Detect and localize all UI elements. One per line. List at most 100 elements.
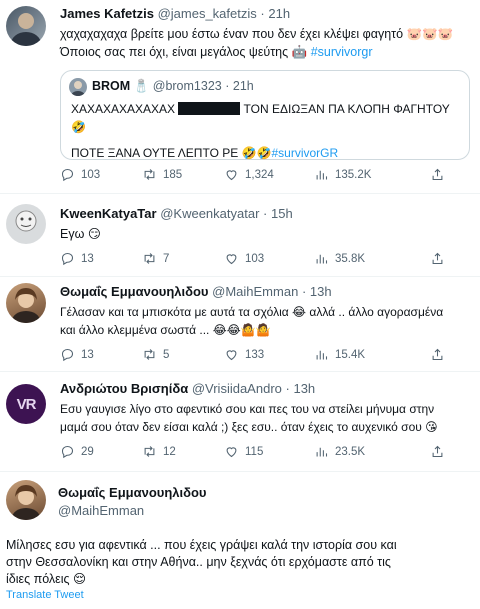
reply-icon: [61, 445, 74, 459]
share-button[interactable]: [430, 347, 445, 362]
reply-button[interactable]: 29: [60, 444, 142, 459]
tweet-header: Ανδριώτου Βρισηίδα @VrisiidaAndro · 13h: [60, 381, 315, 396]
reply-button[interactable]: 13: [60, 251, 142, 266]
reply-icon: [61, 252, 74, 266]
retweet-icon: [144, 349, 155, 360]
translate-tweet-link[interactable]: Translate Tweet: [6, 589, 84, 601]
quote-header: BROM 🧂 @brom1323 · 21h: [92, 79, 254, 93]
views-count: 35.8K: [335, 252, 366, 265]
retweet-count: 12: [163, 445, 176, 458]
share-button[interactable]: [430, 251, 445, 266]
display-name[interactable]: James Kafetzis: [60, 6, 154, 21]
tweet-header: Θωμαΐς Εμμανουηλιδου @MaihEmman · 13h: [60, 284, 332, 299]
reply-count: 29: [81, 445, 94, 458]
retweet-icon: [144, 253, 155, 264]
retweet-icon: [144, 169, 155, 180]
tweet-text-line: Εσυ γαυγισε λίγο στο αφεντικό σου και πε…: [60, 402, 435, 416]
handle[interactable]: @VrisiidaAndro: [192, 381, 282, 396]
hashtag-link[interactable]: #survivorGR: [271, 146, 338, 160]
like-button[interactable]: 133: [224, 347, 314, 362]
like-button[interactable]: 1,324: [224, 167, 314, 182]
share-button[interactable]: [430, 444, 445, 459]
separator-dot: ·: [263, 206, 268, 221]
handle[interactable]: @MaihEmman: [58, 502, 207, 520]
like-icon: [226, 254, 237, 265]
tweet-text-line: και άλλο κλεμμένα σωστά ... 😂😂🤷🤷: [60, 323, 271, 337]
views-button[interactable]: 35.8K: [314, 251, 430, 266]
tweet-maihemman-1[interactable]: Θωμαΐς Εμμανουηλιδου @MaihEmman · 13h Γέ…: [0, 277, 480, 371]
timestamp[interactable]: 15h: [271, 206, 293, 221]
reply-count: 13: [81, 348, 94, 361]
display-name[interactable]: Ανδριώτου Βρισηίδα: [60, 381, 188, 396]
display-name[interactable]: Θωμαΐς Εμμανουηλιδου: [58, 484, 207, 502]
tweet-header: Θωμαΐς Εμμανουηλιδου @MaihEmman: [58, 484, 207, 520]
share-icon: [432, 348, 443, 361]
reply-button[interactable]: 13: [60, 347, 142, 362]
avatar[interactable]: [6, 6, 46, 46]
handle[interactable]: @james_kafetzis: [158, 6, 257, 21]
retweet-button[interactable]: 7: [142, 251, 224, 266]
quote-text: ΧΑΧΑΧΑΧΑΧΑΧΑΧ ΤΟΝ ΕΔΙΩΞΑΝ ΠΑ ΚΛΟΠΗ ΦΑΓΗΤ…: [71, 100, 461, 162]
tweet-text-fragment: Όποιος σας πει όχι, είναι μεγάλος ψεύτης…: [60, 45, 308, 59]
like-icon: [226, 447, 237, 458]
like-button[interactable]: 115: [224, 444, 314, 459]
share-icon: [432, 168, 443, 181]
quote-text-fragment: ΧΑΧΑΧΑΧΑΧΑΧΑΧ: [71, 102, 176, 116]
tweet-text: Μίλησες εσυ για αφεντικά ... που έχεις γ…: [6, 537, 476, 588]
like-count: 1,324: [245, 168, 274, 181]
separator-dot: ·: [285, 381, 290, 396]
like-icon: [226, 170, 237, 181]
tweet-text-line: στην Θεσσαλονίκη και στην Αθήνα.. μην ξε…: [6, 555, 391, 569]
tweet-text-line: Μίλησες εσυ για αφεντικά ... που έχεις γ…: [6, 538, 397, 552]
reply-count: 103: [81, 168, 101, 181]
tweet-vrisiidaandro[interactable]: VR Ανδριώτου Βρισηίδα @VrisiidaAndro · 1…: [0, 372, 480, 471]
hashtag-link[interactable]: #survivorgr: [311, 45, 373, 59]
tweet-text-line: Όποιος σας πει όχι, είναι μεγάλος ψεύτης…: [60, 43, 470, 61]
avatar[interactable]: [6, 204, 46, 244]
tweet-text: Εσυ γαυγισε λίγο στο αφεντικό σου και πε…: [60, 400, 472, 436]
redaction-bar: [178, 102, 241, 115]
retweet-button[interactable]: 5: [142, 347, 224, 362]
tweet-james[interactable]: James Kafetzis @james_kafetzis · 21h χαχ…: [0, 0, 480, 193]
avatar-monogram: VR: [16, 395, 37, 413]
retweet-button[interactable]: 185: [142, 167, 224, 182]
timestamp[interactable]: 13h: [293, 381, 315, 396]
views-button[interactable]: 23.5K: [314, 444, 430, 459]
like-count: 103: [245, 252, 265, 265]
avatar[interactable]: [6, 480, 46, 520]
timestamp[interactable]: 13h: [310, 284, 332, 299]
avatar[interactable]: VR: [6, 384, 46, 424]
quote-display-name: BROM: [92, 79, 131, 93]
tweet-kweenkatyatar[interactable]: KweenKatyaTar @Kweenkatyatar · 15h Εγω 😏…: [0, 194, 480, 276]
avatar[interactable]: [6, 283, 46, 323]
reply-button[interactable]: 103: [60, 167, 142, 182]
like-count: 133: [245, 348, 265, 361]
retweet-icon: [144, 446, 155, 457]
tweet-text: Εγω 😏: [60, 227, 101, 241]
display-name[interactable]: Θωμαΐς Εμμανουηλιδου: [60, 284, 209, 299]
tweet-actions: 29 12 115 23.5K: [60, 444, 470, 459]
quote-timestamp: 21h: [232, 79, 254, 93]
retweet-button[interactable]: 12: [142, 444, 224, 459]
tweet-header: KweenKatyaTar @Kweenkatyatar · 15h: [60, 206, 293, 221]
display-name[interactable]: KweenKatyaTar: [60, 206, 157, 221]
like-button[interactable]: 103: [224, 251, 314, 266]
handle[interactable]: @MaihEmman: [212, 284, 298, 299]
share-button[interactable]: [430, 167, 445, 182]
views-button[interactable]: 135.2K: [314, 167, 430, 182]
tweet-maihemman-focused[interactable]: Θωμαΐς Εμμανουηλιδου @MaihEmman Μίλησες …: [0, 472, 480, 609]
like-icon: [226, 350, 237, 361]
reply-icon: [61, 168, 74, 182]
tweet-actions: 13 5 133 15.4K: [60, 347, 470, 362]
quote-text-fragment: ΠΟΤΕ ΞΑΝΑ ΟΥΤΕ ΛΕΠΤΟ ΡΕ 🤣🤣: [71, 146, 272, 160]
views-button[interactable]: 15.4K: [314, 347, 430, 362]
bottle-icon: 🧂: [133, 79, 150, 93]
timestamp[interactable]: 21h: [268, 6, 290, 21]
share-icon: [432, 252, 443, 265]
tweet-text-line: ίδιες πόλεις 😌: [6, 572, 87, 586]
views-icon: [316, 254, 328, 264]
quoted-tweet[interactable]: BROM 🧂 @brom1323 · 21h ΧΑΧΑΧΑΧΑΧΑΧΑΧ ΤΟΝ…: [60, 70, 470, 160]
retweet-count: 7: [163, 252, 170, 265]
handle[interactable]: @Kweenkatyatar: [160, 206, 259, 221]
retweet-count: 5: [163, 348, 170, 361]
